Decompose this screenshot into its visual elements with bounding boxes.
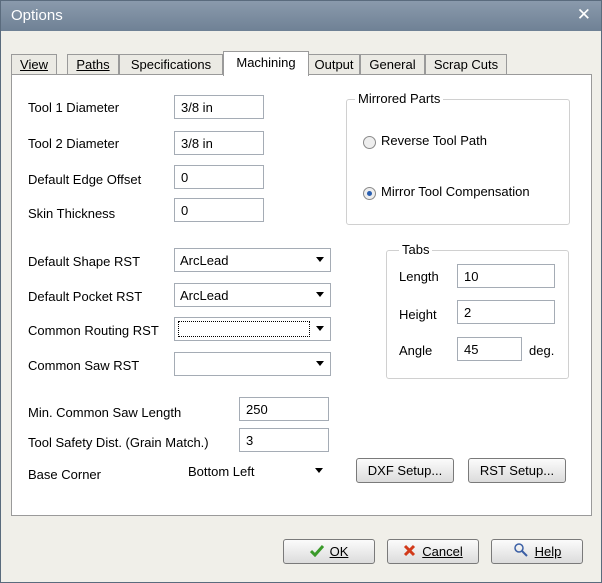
- base-corner-label: Base Corner: [28, 467, 101, 482]
- x-icon: [403, 541, 416, 564]
- tab-view[interactable]: View: [11, 54, 57, 75]
- shape-rst-value: ArcLead: [180, 253, 229, 268]
- tab-machining[interactable]: Machining: [223, 51, 309, 76]
- common-routing-select[interactable]: [174, 317, 331, 341]
- tool1-diameter-label: Tool 1 Diameter: [28, 100, 120, 115]
- pocket-rst-select[interactable]: ArcLead: [174, 283, 331, 307]
- shape-rst-select[interactable]: ArcLead: [174, 248, 331, 272]
- base-corner-select[interactable]: Bottom Left: [184, 460, 329, 484]
- chevron-down-icon: [315, 468, 323, 473]
- machining-panel: Tool 1 Diameter Tool 2 Diameter Default …: [11, 74, 592, 516]
- mirror-tool-compensation-radio[interactable]: [363, 187, 376, 200]
- tool2-diameter-label: Tool 2 Diameter: [28, 136, 120, 151]
- common-routing-label: Common Routing RST: [28, 323, 159, 338]
- check-icon: [309, 541, 324, 564]
- tab-paths[interactable]: Paths: [67, 54, 119, 75]
- tool-safety-input[interactable]: [239, 428, 329, 452]
- skin-thickness-label: Skin Thickness: [28, 206, 116, 221]
- tabs-group: Tabs Length Height Angle deg.: [386, 242, 569, 379]
- rst-setup-button[interactable]: RST Setup...: [468, 458, 566, 483]
- tab-general[interactable]: General: [360, 54, 425, 75]
- tool2-diameter-input[interactable]: [174, 131, 264, 155]
- tabs-group-title: Tabs: [399, 242, 433, 257]
- ok-button[interactable]: OK: [283, 539, 375, 564]
- chevron-down-icon: [316, 292, 324, 297]
- mirrored-parts-group: Mirrored Parts Reverse Tool Path Mirror …: [346, 91, 570, 225]
- help-icon: [513, 541, 529, 564]
- common-saw-select[interactable]: [174, 352, 331, 376]
- title-bar: Options ✕: [1, 1, 601, 31]
- tool1-diameter-input[interactable]: [174, 95, 264, 119]
- pocket-rst-label: Default Pocket RST: [28, 289, 143, 304]
- edge-offset-label: Default Edge Offset: [28, 172, 142, 187]
- tab-length-label: Length: [399, 269, 439, 284]
- chevron-down-icon: [316, 326, 324, 331]
- close-icon[interactable]: ✕: [577, 5, 591, 25]
- chevron-down-icon: [316, 257, 324, 262]
- reverse-tool-path-radio[interactable]: [363, 136, 376, 149]
- reverse-tool-path-label[interactable]: Reverse Tool Path: [381, 133, 487, 148]
- shape-rst-label: Default Shape RST: [28, 254, 141, 269]
- edge-offset-input[interactable]: [174, 165, 264, 189]
- dialog-client: View Paths Specifications Machining Outp…: [1, 31, 601, 582]
- tab-angle-label: Angle: [399, 343, 433, 358]
- help-button[interactable]: Help: [491, 539, 583, 564]
- cancel-button[interactable]: Cancel: [387, 539, 479, 564]
- tab-angle-input[interactable]: [457, 337, 522, 361]
- base-corner-value: Bottom Left: [188, 464, 255, 479]
- mirrored-parts-title: Mirrored Parts: [355, 91, 444, 106]
- tab-specifications[interactable]: Specifications: [119, 54, 223, 75]
- dxf-setup-button[interactable]: DXF Setup...: [356, 458, 454, 483]
- min-saw-length-label: Min. Common Saw Length: [28, 405, 182, 420]
- skin-thickness-input[interactable]: [174, 198, 264, 222]
- focus-rect: [178, 321, 310, 337]
- common-saw-label: Common Saw RST: [28, 358, 140, 373]
- tab-angle-unit: deg.: [529, 343, 555, 358]
- chevron-down-icon: [316, 361, 324, 366]
- tab-scrap-cuts[interactable]: Scrap Cuts: [425, 54, 507, 75]
- window-title: Options: [11, 7, 63, 24]
- mirror-tool-compensation-label[interactable]: Mirror Tool Compensation: [381, 184, 530, 199]
- pocket-rst-value: ArcLead: [180, 288, 229, 303]
- tab-output[interactable]: Output: [308, 54, 360, 75]
- tool-safety-label: Tool Safety Dist. (Grain Match.): [28, 435, 209, 450]
- min-saw-length-input[interactable]: [239, 397, 329, 421]
- tab-height-label: Height: [399, 307, 437, 322]
- options-dialog: Options ✕ View Paths Specifications Mach…: [0, 0, 602, 583]
- tab-length-input[interactable]: [457, 264, 555, 288]
- tab-height-input[interactable]: [457, 300, 555, 324]
